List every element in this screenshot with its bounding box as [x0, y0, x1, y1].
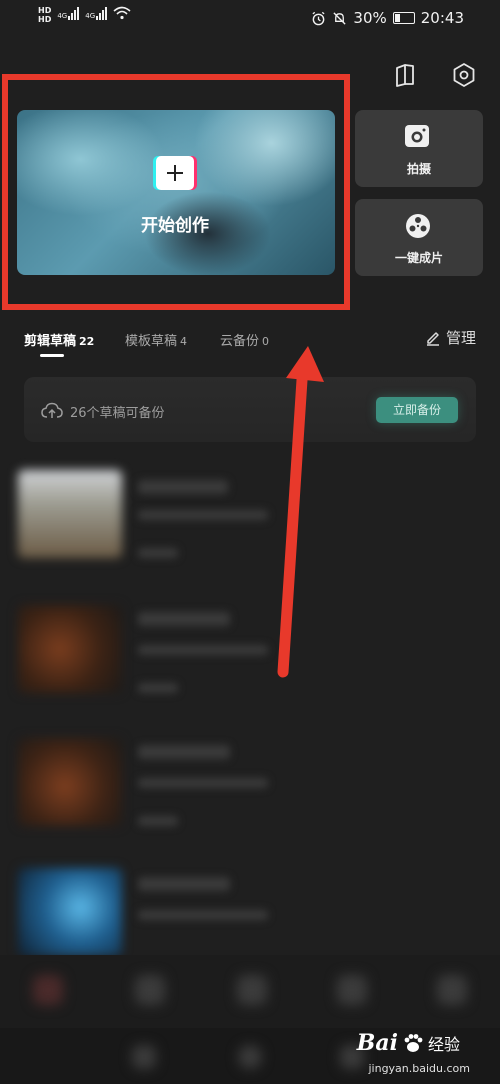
paw-icon — [404, 1034, 423, 1052]
watermark-url: jingyan.baidu.com — [368, 1062, 470, 1075]
baidu-jingyan-text: 经验 — [427, 1035, 460, 1054]
baidu-logo-text: Bai — [356, 1030, 398, 1056]
annotation-arrow — [277, 346, 324, 678]
baidu-watermark: Bai 经验 — [357, 1030, 460, 1056]
